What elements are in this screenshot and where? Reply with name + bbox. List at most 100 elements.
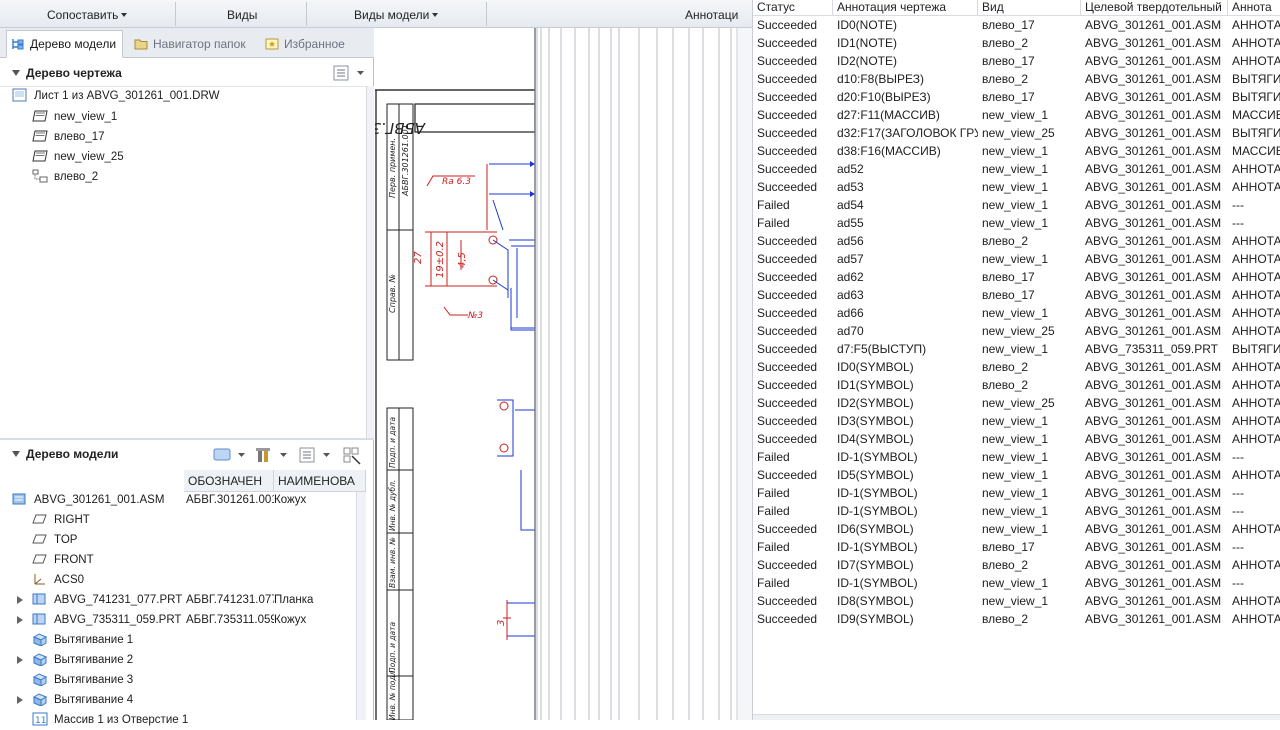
tree-view-item[interactable]: new_view_1 xyxy=(32,107,117,127)
model-tree-row[interactable]: ABVG_735311_059.PRT АБВГ.735311.059 Кожух xyxy=(0,610,356,630)
table-row[interactable]: Succeeded ad56 влево_2 ABVG_301261_001.ASM А… xyxy=(753,232,1280,250)
column-header-annotation[interactable]: Аннотация чертежа xyxy=(833,0,978,16)
model-tree-item-label: ABVG_735311_059.PRT xyxy=(54,614,182,626)
model-views-menu[interactable]: Виды модели xyxy=(354,0,439,28)
drawing-tree-header[interactable]: Дерево чертежа xyxy=(0,60,366,86)
annotation-type-cell: АННОТА xyxy=(1232,522,1280,536)
tab-favorites[interactable]: Избранное xyxy=(260,30,352,58)
table-row[interactable]: Succeeded ID0(NOTE) влево_17 ABVG_301261_00… xyxy=(753,16,1280,34)
table-row[interactable]: Succeeded d27:F11(МАССИВ) new_view_1 ABVG_3… xyxy=(753,106,1280,124)
model-tree-item: ABVG_301261_001.ASM xyxy=(12,490,164,510)
model-tree-item: Вытягивание 3 xyxy=(32,670,133,690)
table-row[interactable]: Succeeded ad62 влево_17 ABVG_301261_001.ASM… xyxy=(753,268,1280,286)
designation-cell: АБВГ.741231.077 xyxy=(186,594,274,606)
model-tree-row[interactable]: ABVG_301261_001.ASM АБВГ.301261.001 Кожух xyxy=(0,490,356,510)
table-row[interactable]: Succeeded ID2(SYMBOL) new_view_25 ABVG_3012… xyxy=(753,394,1280,412)
view-cell: new_view_1 xyxy=(982,468,1049,482)
column-header-target-solid[interactable]: Целевой твердотельный xyxy=(1081,0,1228,16)
chevron-down-icon xyxy=(121,13,128,17)
table-row[interactable]: Succeeded ad52 new_view_1 ABVG_301261_001.A… xyxy=(753,160,1280,178)
column-header-annotation-type[interactable]: Аннота xyxy=(1228,0,1280,16)
expand-icon[interactable] xyxy=(17,616,23,624)
annotation-type-cell: АННОТА xyxy=(1232,378,1280,392)
expand-icon[interactable] xyxy=(17,656,23,664)
model-tree-scrollbar[interactable] xyxy=(356,492,366,720)
table-row[interactable]: Succeeded ID9(SYMBOL) влево_2 ABVG_301261_0… xyxy=(753,610,1280,628)
model-tree-row[interactable]: RIGHT xyxy=(0,510,356,530)
annotation-cell: ID-1(SYMBOL) xyxy=(837,450,918,464)
table-row[interactable]: Failed ID-1(SYMBOL) влево_17 ABVG_301261_00… xyxy=(753,538,1280,556)
table-row[interactable]: Succeeded d10:F8(ВЫРЕЗ) влево_2 ABVG_301261… xyxy=(753,70,1280,88)
model-tree-row[interactable]: Вытягивание 4 xyxy=(0,690,356,710)
target-solid-cell: ABVG_301261_001.ASM xyxy=(1085,522,1222,536)
table-row[interactable]: Succeeded ad70 new_view_25 ABVG_301261_001.… xyxy=(753,322,1280,340)
panel-splitter[interactable] xyxy=(0,438,374,440)
tab-folder-navigator[interactable]: Навигатор папок xyxy=(129,30,253,58)
expand-icon[interactable] xyxy=(17,596,23,604)
model-tree-row[interactable]: Вытягивание 1 xyxy=(0,630,356,650)
view-cell: влево_2 xyxy=(982,234,1029,248)
drawing-tree-scrollbar[interactable] xyxy=(366,86,374,438)
target-solid-cell: ABVG_301261_001.ASM xyxy=(1085,126,1222,140)
annotations-menu[interactable]: Аннотаци xyxy=(685,0,738,28)
model-tree-row[interactable]: 11 Массив 1 из Отверстие 1 xyxy=(0,710,356,730)
table-horizontal-scrollbar[interactable] xyxy=(753,714,1280,720)
model-tree-row[interactable]: FRONT xyxy=(0,550,356,570)
column-header-name[interactable]: НАИМЕНОВА xyxy=(274,470,366,492)
datum-plane-icon xyxy=(32,554,47,564)
table-row[interactable]: Succeeded ad63 влево_17 ABVG_301261_001.ASM… xyxy=(753,286,1280,304)
target-solid-cell: ABVG_301261_001.ASM xyxy=(1085,54,1222,68)
tree-sheet-item[interactable]: Лист 1 из ABVG_301261_001.DRW xyxy=(12,86,219,106)
table-row[interactable]: Succeeded ad53 new_view_1 ABVG_301261_001.A… xyxy=(753,178,1280,196)
dimension-label: 27 xyxy=(413,251,424,264)
model-tree-row[interactable]: TOP xyxy=(0,530,356,550)
column-header-status[interactable]: Статус xyxy=(753,0,833,16)
model-tree-row[interactable]: ABVG_741231_077.PRT АБВГ.741231.077 Планка xyxy=(0,590,356,610)
view-cell: влево_2 xyxy=(982,360,1029,374)
expand-icon[interactable] xyxy=(17,696,23,704)
table-row[interactable]: Succeeded ID4(SYMBOL) new_view_1 ABVG_30126… xyxy=(753,430,1280,448)
tab-model-tree[interactable]: Дерево модели xyxy=(6,30,124,58)
model-tree-row[interactable]: Вытягивание 3 xyxy=(0,670,356,690)
table-row[interactable]: Succeeded ad66 new_view_1 ABVG_301261_001.A… xyxy=(753,304,1280,322)
model-tree-row[interactable]: ACS0 xyxy=(0,570,356,590)
tree-view-item[interactable]: влево_2 xyxy=(32,167,98,187)
target-solid-cell: ABVG_301261_001.ASM xyxy=(1085,252,1222,266)
annotation-type-cell: АННОТА xyxy=(1232,234,1280,248)
drawing-canvas[interactable]: АБВГ.301261.001 СБ Перв. примен. АБВГ.30… xyxy=(375,28,752,720)
table-row[interactable]: Failed ad55 new_view_1 ABVG_301261_001.ASM -… xyxy=(753,214,1280,232)
table-row[interactable]: Succeeded d32:F17(ЗАГОЛОВОК ГРУ new_view_2… xyxy=(753,124,1280,142)
table-row[interactable]: Failed ID-1(SYMBOL) new_view_1 ABVG_301261_… xyxy=(753,448,1280,466)
table-row[interactable]: Succeeded ID5(SYMBOL) new_view_1 ABVG_30126… xyxy=(753,466,1280,484)
table-row[interactable]: Succeeded ID1(SYMBOL) влево_2 ABVG_301261_0… xyxy=(753,376,1280,394)
table-row[interactable]: Failed ID-1(SYMBOL) new_view_1 ABVG_301261_… xyxy=(753,484,1280,502)
table-row[interactable]: Failed ID-1(SYMBOL) new_view_1 ABVG_301261_… xyxy=(753,574,1280,592)
stamp-label: Справ. № xyxy=(388,274,397,313)
column-header-designation[interactable]: ОБОЗНАЧЕН xyxy=(184,470,274,492)
column-header-label: НАИМЕНОВА xyxy=(278,474,355,488)
table-row[interactable]: Succeeded ID6(SYMBOL) new_view_1 ABVG_30126… xyxy=(753,520,1280,538)
table-row[interactable]: Succeeded ID7(SYMBOL) влево_2 ABVG_301261_0… xyxy=(753,556,1280,574)
table-row[interactable]: Succeeded d20:F10(ВЫРЕЗ) влево_17 ABVG_3012… xyxy=(753,88,1280,106)
table-row[interactable]: Succeeded d7:F5(ВЫСТУП) new_view_1 ABVG_735… xyxy=(753,340,1280,358)
table-row[interactable]: Failed ad54 new_view_1 ABVG_301261_001.ASM -… xyxy=(753,196,1280,214)
model-tree-row[interactable]: Вытягивание 2 xyxy=(0,650,356,670)
table-row[interactable]: Succeeded ID2(NOTE) влево_17 ABVG_301261_00… xyxy=(753,52,1280,70)
view-cell: влево_17 xyxy=(982,54,1035,68)
table-row[interactable]: Succeeded ID1(NOTE) влево_2 ABVG_301261_001… xyxy=(753,34,1280,52)
column-header-view[interactable]: Вид xyxy=(978,0,1081,16)
tree-view-item[interactable]: влево_17 xyxy=(32,127,105,147)
table-row[interactable]: Succeeded d38:F16(МАССИВ) new_view_1 ABVG_3… xyxy=(753,142,1280,160)
tree-settings-icon[interactable] xyxy=(333,65,367,81)
favorites-icon xyxy=(265,38,279,50)
table-row[interactable]: Succeeded ID3(SYMBOL) new_view_1 ABVG_30126… xyxy=(753,412,1280,430)
compare-menu[interactable]: Сопоставить xyxy=(47,0,128,28)
tree-view-item[interactable]: new_view_25 xyxy=(32,147,124,167)
annotation-type-cell: --- xyxy=(1232,216,1244,230)
table-row[interactable]: Failed ID-1(SYMBOL) new_view_1 ABVG_301261_… xyxy=(753,502,1280,520)
views-menu[interactable]: Виды xyxy=(227,0,257,28)
model-tree-item-label: ABVG_301261_001.ASM xyxy=(34,494,165,506)
table-row[interactable]: Succeeded ID0(SYMBOL) влево_2 ABVG_301261_0… xyxy=(753,358,1280,376)
table-row[interactable]: Succeeded ad57 new_view_1 ABVG_301261_001.A… xyxy=(753,250,1280,268)
table-row[interactable]: Succeeded ID8(SYMBOL) new_view_1 ABVG_30126… xyxy=(753,592,1280,610)
